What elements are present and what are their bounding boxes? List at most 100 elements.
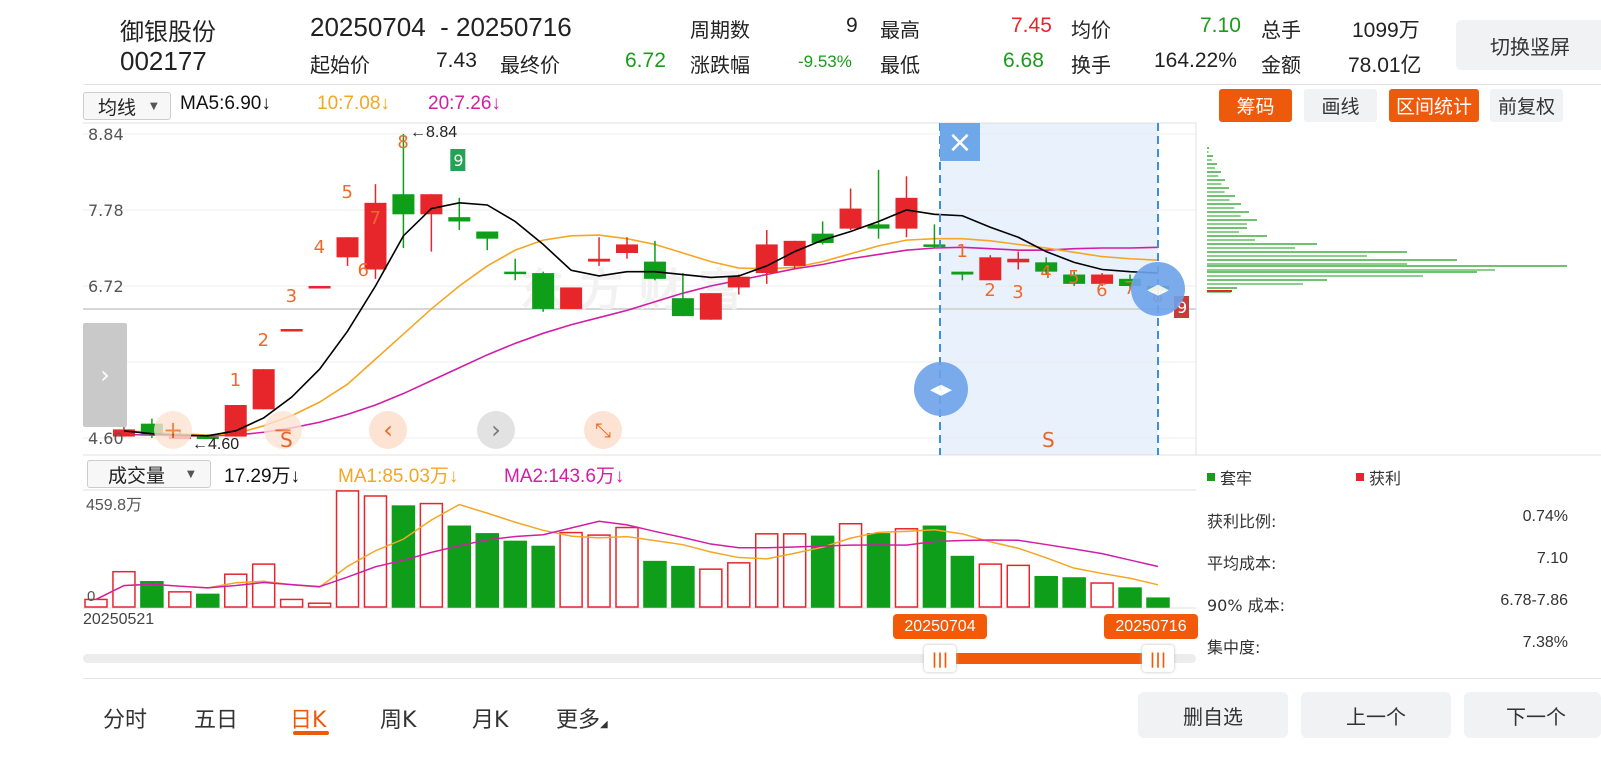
chip-distribution bbox=[1207, 147, 1567, 293]
volume-bar bbox=[531, 545, 555, 608]
close-range-button[interactable]: × bbox=[940, 123, 980, 161]
chip-legend-trapped: 套牢 bbox=[1207, 465, 1252, 489]
ma10-value: 10:7.08 bbox=[317, 93, 381, 114]
slider-left-date: 20250704 bbox=[893, 614, 987, 639]
low-label: 最低 bbox=[880, 53, 920, 77]
chevron-left-icon: ‹ bbox=[383, 416, 393, 444]
corner-triangle-icon: ◢ bbox=[600, 719, 608, 730]
candle-body bbox=[699, 293, 722, 320]
candle-body bbox=[923, 244, 946, 247]
candle-body bbox=[420, 194, 443, 215]
low-value: 6.68 bbox=[1003, 49, 1044, 72]
volume-axis-zero: 0 bbox=[87, 588, 96, 605]
drag-arrows-icon: ◂▸ bbox=[929, 376, 953, 402]
chip-stat-label: 集中度: bbox=[1207, 638, 1261, 657]
candle-body bbox=[112, 429, 135, 437]
zoom-in-button[interactable]: + bbox=[154, 411, 192, 449]
range-left-drag-handle[interactable]: ◂▸ bbox=[914, 362, 968, 416]
volume-bar bbox=[503, 540, 527, 608]
indicator-selector[interactable]: 成交量 ▼ bbox=[87, 460, 211, 488]
sequence-number: 4 bbox=[1040, 262, 1051, 283]
high-label: 最高 bbox=[880, 18, 920, 42]
expand-panel-button[interactable]: › bbox=[83, 323, 127, 427]
sequence-number: 1 bbox=[230, 370, 241, 391]
header-divider bbox=[83, 84, 1601, 85]
volume-bar bbox=[950, 555, 975, 608]
candle-body bbox=[783, 240, 806, 266]
period-value: 9 bbox=[846, 14, 858, 37]
down-arrow-icon: ↓ bbox=[448, 466, 459, 487]
volume-current-value: 17.29万 bbox=[224, 466, 291, 487]
down-arrow-icon: ↓ bbox=[380, 93, 390, 114]
scroll-right-button[interactable]: › bbox=[477, 411, 515, 449]
candle-body bbox=[280, 329, 303, 332]
volume-bar bbox=[782, 533, 807, 608]
avg-value: 7.10 bbox=[1200, 14, 1241, 37]
volume-bar bbox=[112, 570, 136, 608]
candlesticks bbox=[112, 134, 1169, 440]
volume-bar bbox=[1090, 582, 1114, 608]
trapped-swatch bbox=[1207, 473, 1215, 481]
sequence-labels: 123457869123456789 bbox=[230, 132, 1189, 391]
volume-ma2-line bbox=[95, 520, 1159, 601]
previous-stock-button[interactable]: 上一个 bbox=[1301, 692, 1451, 738]
volume-bar bbox=[727, 562, 751, 608]
tab-daily-k[interactable]: 日K bbox=[290, 702, 326, 734]
high-value: 7.45 bbox=[1011, 14, 1052, 37]
footer-divider bbox=[83, 678, 1601, 679]
close-icon: × bbox=[947, 124, 973, 160]
tab-intraday[interactable]: 分时 bbox=[103, 702, 147, 734]
ma5-legend: MA5:6.90↓ bbox=[180, 93, 271, 115]
dropdown-icon: ▼ bbox=[150, 100, 158, 112]
tab-more[interactable]: 更多◢ bbox=[556, 702, 608, 734]
stock-code: 002177 bbox=[120, 46, 207, 76]
slider-left-handle[interactable]: ||| bbox=[924, 645, 956, 672]
remove-watchlist-button[interactable]: 删自选 bbox=[1138, 692, 1288, 738]
ma5-value: MA5:6.90 bbox=[180, 93, 262, 114]
candle-body bbox=[252, 369, 275, 410]
range-stats-button[interactable]: 区间统计 bbox=[1389, 89, 1479, 122]
chevron-right-icon: › bbox=[491, 416, 501, 444]
volume-bar bbox=[838, 522, 863, 608]
change-value: -9.53% bbox=[798, 52, 852, 71]
volume-bar bbox=[1146, 597, 1170, 608]
volume-bar bbox=[643, 560, 667, 608]
ma-selector[interactable]: 均线 ▼ bbox=[83, 92, 171, 120]
timeline-selected-range[interactable] bbox=[940, 653, 1158, 664]
volume-bar bbox=[335, 490, 360, 608]
volume-bar bbox=[279, 598, 304, 608]
tab-five-day[interactable]: 五日 bbox=[194, 702, 238, 734]
range-dates: 20250704 - 20250716 bbox=[310, 12, 572, 42]
profit-label: 获利 bbox=[1369, 469, 1402, 488]
switch-portrait-button[interactable]: 切换竖屏 bbox=[1456, 20, 1601, 70]
chip-stat-label: 90% 成本: bbox=[1207, 596, 1286, 615]
chip-stat-value: 7.10 bbox=[1536, 550, 1568, 567]
tab-monthly-k[interactable]: 月K bbox=[472, 702, 508, 734]
start-date-label: 20250521 bbox=[83, 611, 155, 628]
volume-bar bbox=[363, 495, 388, 608]
volume-bar bbox=[307, 602, 332, 608]
indicator-selector-label: 成交量 bbox=[108, 464, 166, 487]
volume-axis-max: 459.8万 bbox=[86, 497, 143, 514]
slider-right-handle[interactable]: ||| bbox=[1142, 645, 1174, 672]
volume-bars bbox=[84, 490, 1170, 608]
profit-swatch bbox=[1356, 473, 1364, 481]
scroll-left-button[interactable]: ‹ bbox=[369, 411, 407, 449]
candle-body bbox=[560, 287, 583, 309]
high-annotation-value: 8.84 bbox=[426, 124, 458, 141]
volume-value: 1099万 bbox=[1352, 19, 1420, 42]
tab-weekly-k[interactable]: 周K bbox=[380, 702, 416, 734]
shrink-button[interactable]: ⤡ bbox=[584, 411, 622, 449]
chips-button[interactable]: 筹码 bbox=[1219, 89, 1292, 122]
range-right-drag-handle[interactable]: ◂▸ bbox=[1131, 262, 1185, 316]
volume-label: 总手 bbox=[1261, 18, 1301, 42]
change-label: 涨跌幅 bbox=[690, 53, 750, 77]
grip-icon: ||| bbox=[931, 649, 949, 668]
next-stock-button[interactable]: 下一个 bbox=[1464, 692, 1601, 738]
trapped-label: 套牢 bbox=[1220, 469, 1253, 488]
ma-selector-label: 均线 bbox=[98, 96, 137, 119]
draw-line-button[interactable]: 画线 bbox=[1304, 89, 1377, 122]
volume-bar bbox=[1062, 577, 1086, 608]
ma10-legend: 10:7.08↓ bbox=[317, 93, 390, 115]
price-adjust-button[interactable]: 前复权 bbox=[1490, 89, 1563, 122]
